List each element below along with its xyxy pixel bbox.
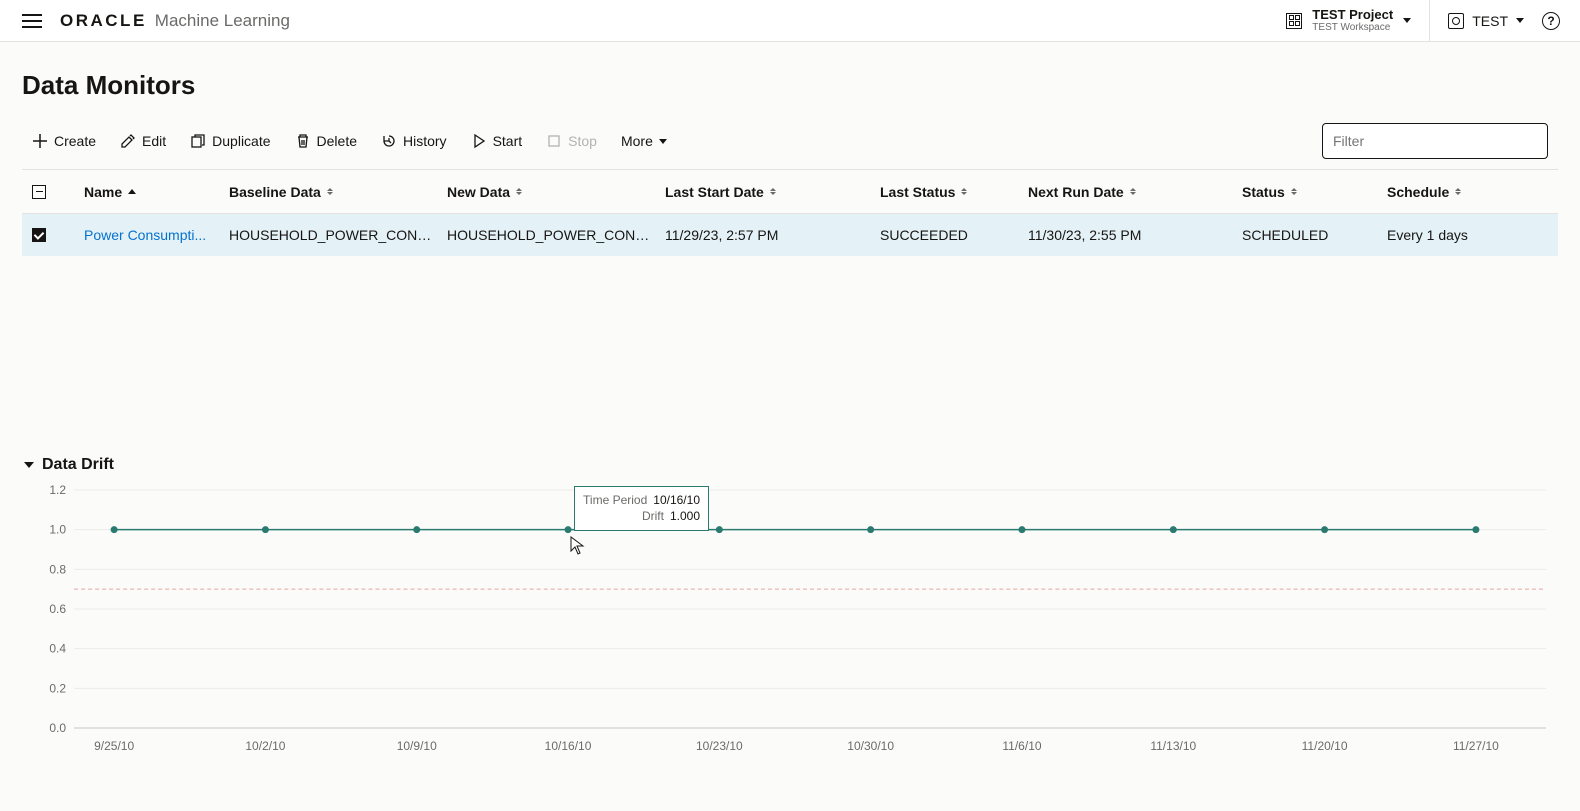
cell-newdata: HOUSEHOLD_POWER_CONS... [447, 227, 665, 243]
duplicate-button[interactable]: Duplicate [190, 133, 270, 149]
drift-chart[interactable]: 0.0 0.2 0.4 0.6 0.8 1.0 1.2 9/25/10 10/2/10 10/9/… [24, 480, 1556, 760]
project-name: TEST Project [1312, 8, 1393, 22]
col-status[interactable]: Status [1242, 184, 1387, 200]
svg-text:9/25/10: 9/25/10 [94, 739, 134, 753]
chevron-down-icon [24, 462, 34, 468]
play-icon [471, 133, 487, 149]
svg-text:11/27/10: 11/27/10 [1453, 739, 1499, 753]
delete-label: Delete [317, 133, 357, 149]
chevron-down-icon [1516, 18, 1524, 23]
pencil-icon [120, 133, 136, 149]
create-label: Create [54, 133, 96, 149]
filter-input[interactable] [1322, 123, 1548, 159]
help-icon[interactable]: ? [1542, 12, 1560, 30]
more-button[interactable]: More [621, 133, 667, 149]
plus-icon [32, 133, 48, 149]
svg-text:0.4: 0.4 [49, 642, 66, 656]
stop-icon [546, 133, 562, 149]
cell-name[interactable]: Power Consumpti... [84, 227, 229, 243]
menu-icon[interactable] [22, 14, 42, 28]
svg-text:11/6/10: 11/6/10 [1002, 739, 1041, 753]
col-newdata[interactable]: New Data [447, 184, 665, 200]
edit-label: Edit [142, 133, 166, 149]
col-schedule[interactable]: Schedule [1387, 184, 1548, 200]
col-next-run[interactable]: Next Run Date [1028, 184, 1242, 200]
duplicate-label: Duplicate [212, 133, 270, 149]
stop-button: Stop [546, 133, 597, 149]
product-name: Machine Learning [155, 11, 290, 31]
svg-text:11/13/10: 11/13/10 [1150, 739, 1196, 753]
row-checkbox[interactable] [32, 228, 46, 242]
project-selector[interactable]: TEST Project TEST Workspace [1286, 0, 1430, 42]
select-all-checkbox[interactable] [32, 185, 46, 199]
svg-text:10/16/10: 10/16/10 [545, 739, 592, 753]
table-header: Name Baseline Data New Data Last Start D… [22, 170, 1558, 214]
svg-text:0.2: 0.2 [49, 681, 66, 695]
cell-status: SCHEDULED [1242, 227, 1387, 243]
sort-icon [1455, 188, 1461, 195]
sort-icon [516, 188, 522, 195]
svg-text:11/20/10: 11/20/10 [1302, 739, 1348, 753]
stop-label: Stop [568, 133, 597, 149]
sort-icon [1130, 188, 1136, 195]
start-label: Start [493, 133, 523, 149]
col-last-start[interactable]: Last Start Date [665, 184, 880, 200]
app-header: ORACLE Machine Learning TEST Project TES… [0, 0, 1580, 42]
history-icon [381, 133, 397, 149]
svg-text:10/23/10: 10/23/10 [696, 739, 743, 753]
chart-tooltip: Time Period 10/16/10 Drift 1.000 [574, 486, 709, 532]
sort-icon [770, 188, 776, 195]
workspace-name: TEST Workspace [1312, 22, 1393, 33]
brand-logo: ORACLE [60, 11, 147, 31]
section-toggle[interactable]: Data Drift [24, 456, 1556, 474]
user-icon [1448, 13, 1464, 29]
svg-text:1.2: 1.2 [49, 483, 66, 497]
cell-last-status: SUCCEEDED [880, 227, 1028, 243]
svg-text:1.0: 1.0 [49, 523, 66, 537]
col-name[interactable]: Name [84, 184, 229, 200]
sort-icon [327, 188, 333, 195]
svg-text:0.8: 0.8 [49, 562, 66, 576]
delete-button[interactable]: Delete [295, 133, 357, 149]
cell-schedule: Every 1 days [1387, 227, 1548, 243]
toolbar: Create Edit Duplicate Delete History Sta… [22, 123, 1558, 170]
history-label: History [403, 133, 447, 149]
trash-icon [295, 133, 311, 149]
table-row[interactable]: Power Consumpti... HOUSEHOLD_POWER_CONS.… [22, 214, 1558, 256]
edit-button[interactable]: Edit [120, 133, 166, 149]
history-button[interactable]: History [381, 133, 447, 149]
more-label: More [621, 133, 653, 149]
page-title: Data Monitors [22, 70, 1558, 101]
cell-next-run: 11/30/23, 2:55 PM [1028, 227, 1242, 243]
section-title: Data Drift [42, 456, 114, 474]
monitors-table: Name Baseline Data New Data Last Start D… [22, 170, 1558, 256]
cell-baseline: HOUSEHOLD_POWER_CONS... [229, 227, 447, 243]
sort-icon [1291, 188, 1297, 195]
duplicate-icon [190, 133, 206, 149]
cell-last-start: 11/29/23, 2:57 PM [665, 227, 880, 243]
project-icon [1286, 13, 1302, 29]
svg-text:10/9/10: 10/9/10 [397, 739, 437, 753]
start-button[interactable]: Start [471, 133, 523, 149]
user-name: TEST [1472, 13, 1508, 29]
user-selector[interactable]: TEST [1448, 13, 1524, 29]
svg-text:10/30/10: 10/30/10 [847, 739, 894, 753]
svg-text:10/2/10: 10/2/10 [245, 739, 285, 753]
col-last-status[interactable]: Last Status [880, 184, 1028, 200]
create-button[interactable]: Create [32, 133, 96, 149]
col-baseline[interactable]: Baseline Data [229, 184, 447, 200]
svg-text:0.0: 0.0 [49, 721, 66, 735]
sort-asc-icon [128, 189, 136, 194]
data-drift-section: Data Drift 0.0 0.2 0.4 0.6 0.8 1.0 1.2 9/25/10 1… [22, 456, 1558, 760]
chevron-down-icon [659, 139, 667, 144]
chevron-down-icon [1403, 18, 1411, 23]
sort-icon [961, 188, 967, 195]
svg-text:0.6: 0.6 [49, 602, 66, 616]
